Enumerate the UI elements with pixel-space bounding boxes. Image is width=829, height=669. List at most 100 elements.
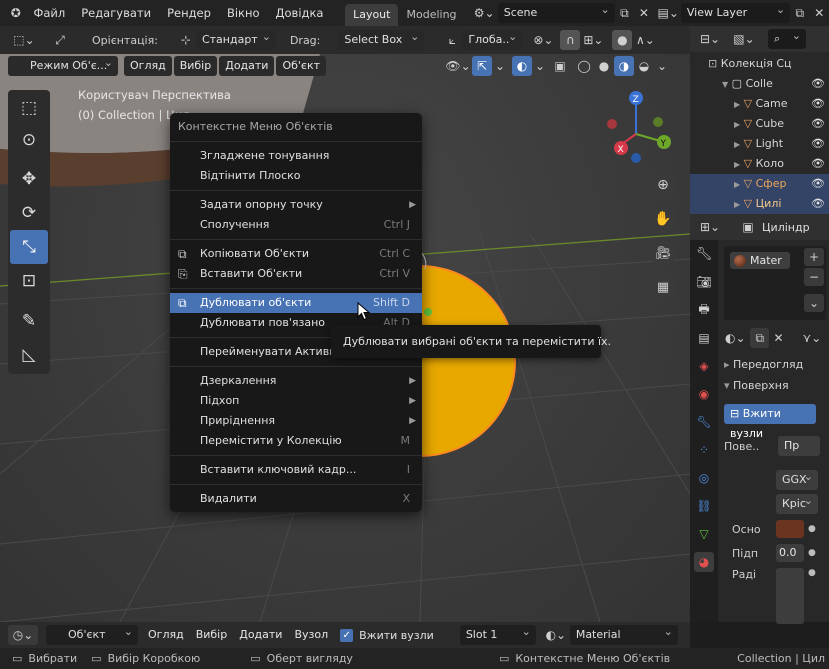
menu-item-set-origin[interactable]: Задати опорну точку ▶	[170, 195, 422, 215]
tab-modeling[interactable]: Modeling	[398, 4, 464, 26]
outliner-item[interactable]: ▶ ▽ Came 👁︎	[690, 94, 829, 114]
measure-tool[interactable]: ◺	[10, 338, 48, 372]
expand-arrow-icon[interactable]: ▶	[734, 140, 740, 149]
menu-edit[interactable]: Редагувати	[73, 6, 159, 20]
object-tab-icon[interactable]: 🔧︎	[694, 412, 714, 432]
menu-object[interactable]: Об'єкт	[276, 56, 327, 76]
data-tab-icon[interactable]: ▽	[694, 524, 714, 544]
eye-icon[interactable]: 👁︎	[811, 174, 825, 194]
radius-vector-field[interactable]	[776, 568, 804, 624]
menu-item-parent[interactable]: Приріднення ▶	[170, 411, 422, 431]
footer-menu-select[interactable]: Вибір	[190, 625, 234, 645]
material-shading-icon[interactable]: ◑	[614, 56, 635, 76]
zoom-icon[interactable]: ⊕	[650, 172, 676, 198]
view-layer-tab-icon[interactable]: ▤	[694, 328, 714, 348]
menu-item-insert-keyframe[interactable]: Вставити ключовий кадр... I	[170, 460, 422, 480]
remove-slot-icon[interactable]: −	[804, 268, 824, 286]
xray-icon[interactable]: ▣	[550, 56, 570, 76]
outliner-item[interactable]: ▶ ▽ Сфер 👁︎	[690, 174, 829, 194]
tab-layout[interactable]: Layout	[345, 4, 399, 26]
expand-arrow-icon[interactable]: ▶	[734, 200, 740, 209]
snap-target-icon[interactable]: ⊞⌄	[580, 30, 606, 50]
material-copy-icon[interactable]: ⧉	[750, 328, 770, 348]
outliner-item[interactable]: ▶ ▽ Light 👁︎	[690, 134, 829, 154]
link-socket-icon[interactable]: ●	[808, 524, 816, 534]
transform-orientation-dropdown[interactable]: Глоба..	[462, 27, 523, 50]
slot-menu-icon[interactable]: ⌄	[804, 294, 824, 312]
editor-type-icon[interactable]: ◷⌄	[8, 625, 38, 645]
wireframe-shading-icon[interactable]: ◯	[574, 56, 594, 76]
material-name-field[interactable]: Material	[569, 622, 678, 645]
rotate-tool[interactable]: ⟳	[10, 196, 48, 230]
view-layer-selector-icon[interactable]: ▤⌄	[656, 3, 681, 23]
particles-tab-icon[interactable]: ⁘	[694, 440, 714, 460]
gizmo-toggle-icon[interactable]: ⇱	[472, 56, 493, 76]
world-tab-icon[interactable]: ◉	[694, 384, 714, 404]
view-layer-close-icon[interactable]: ✕	[810, 3, 829, 23]
outliner-item[interactable]: ▶ ▽ Cube 👁︎	[690, 114, 829, 134]
section-surface[interactable]: ▾ Поверхня	[724, 379, 826, 392]
menu-item-shade-smooth[interactable]: Згладжене тонування	[170, 146, 422, 166]
tool-tab-icon[interactable]: 🔧︎	[694, 244, 714, 264]
physics-tab-icon[interactable]: ◎	[694, 468, 714, 488]
material-tab-icon[interactable]: ◕	[694, 552, 714, 572]
slot-dropdown[interactable]: Slot 1	[459, 622, 536, 645]
pivot-point-icon[interactable]: ⊗⌄	[530, 30, 556, 50]
properties-type-icon[interactable]: ⊞⌄	[696, 217, 724, 237]
cursor-tool[interactable]: ⊙	[10, 124, 48, 156]
base-color-swatch[interactable]	[776, 520, 804, 538]
display-mode-icon[interactable]: ▧⌄	[730, 29, 758, 49]
constraints-tab-icon[interactable]: ⛓︎	[694, 496, 714, 516]
surface-shader-button[interactable]: Пр	[778, 436, 820, 456]
eye-icon[interactable]: 👁︎	[811, 74, 825, 94]
footer-menu-view[interactable]: Огляд	[142, 625, 190, 645]
menu-select[interactable]: Вибір	[173, 56, 218, 76]
link-socket-icon[interactable]: ●	[808, 548, 816, 558]
menu-help[interactable]: Довідка	[268, 6, 332, 20]
menu-view[interactable]: Огляд	[124, 56, 172, 76]
outliner-type-icon[interactable]: ⊟⌄	[696, 29, 724, 49]
transform-tool[interactable]: ⊡	[10, 264, 48, 298]
gizmo-dropdown-icon[interactable]: ⌄	[492, 56, 508, 76]
scene-selector-icon[interactable]: ⚙⌄	[471, 3, 498, 23]
select-box-tool[interactable]: ⬚	[10, 92, 48, 124]
eye-icon[interactable]: 👁︎	[811, 134, 825, 154]
use-nodes-checkbox[interactable]: ✓	[340, 628, 354, 642]
mode-dropdown[interactable]: Режим Об'є...	[8, 53, 118, 76]
navigation-gizmo[interactable]: Z Y X	[600, 90, 680, 170]
shading-dropdown-icon[interactable]: ⌄	[654, 56, 670, 76]
falloff-icon[interactable]: ∧⌄	[632, 30, 658, 50]
overlays-icon[interactable]: ◐	[512, 56, 533, 76]
scale-tool[interactable]: ⤡	[10, 230, 48, 264]
material-browse-icon[interactable]: ◐⌄	[724, 328, 746, 348]
footer-menu-add[interactable]: Додати	[233, 625, 288, 645]
overlays-dropdown-icon[interactable]: ⌄	[532, 56, 548, 76]
material-browse-icon[interactable]: ◐⌄	[542, 625, 570, 645]
object-type-dropdown[interactable]: Об'єкт	[46, 622, 138, 645]
add-slot-icon[interactable]: +	[804, 248, 824, 266]
subsurface-method-dropdown[interactable]: Кріс	[776, 491, 818, 514]
visibility-icon[interactable]: 👁︎⌄	[444, 56, 472, 76]
menu-item-snap[interactable]: Підхоп ▶	[170, 391, 422, 411]
scene-collection-row[interactable]: ⊡ Колекція Сц	[690, 54, 829, 74]
material-slot-item[interactable]: Mater	[730, 252, 790, 269]
eye-icon[interactable]: 👁︎	[811, 154, 825, 174]
menu-window[interactable]: Вікно	[219, 6, 268, 20]
menu-add[interactable]: Додати	[219, 56, 275, 76]
pan-hand-icon[interactable]: ✋	[650, 206, 676, 232]
view-layer-copy-icon[interactable]: ⧉	[790, 3, 809, 23]
menu-item-mirror[interactable]: Дзеркалення ▶	[170, 371, 422, 391]
footer-menu-node[interactable]: Вузол	[288, 625, 334, 645]
outliner-item[interactable]: ▶ ▽ Цилі 👁︎	[690, 194, 829, 214]
move-tool[interactable]: ✥	[10, 162, 48, 196]
snap-icon[interactable]: ∩	[560, 30, 581, 50]
outliner-item[interactable]: ▼ ▢ Colle 👁︎	[690, 74, 829, 94]
menu-item-duplicate-objects[interactable]: ⧉ Дублювати об'єкти Shift D	[170, 293, 422, 313]
blender-logo-icon[interactable]: ✪	[6, 3, 25, 23]
section-preview[interactable]: ▸ Передогляд	[724, 358, 826, 371]
transform-icon[interactable]: ⤢	[50, 30, 70, 50]
solid-shading-icon[interactable]: ●	[594, 56, 614, 76]
eye-icon[interactable]: 👁︎	[811, 94, 825, 114]
annotate-tool[interactable]: ✎	[10, 304, 48, 338]
camera-view-icon[interactable]: 🎥︎	[650, 240, 676, 266]
